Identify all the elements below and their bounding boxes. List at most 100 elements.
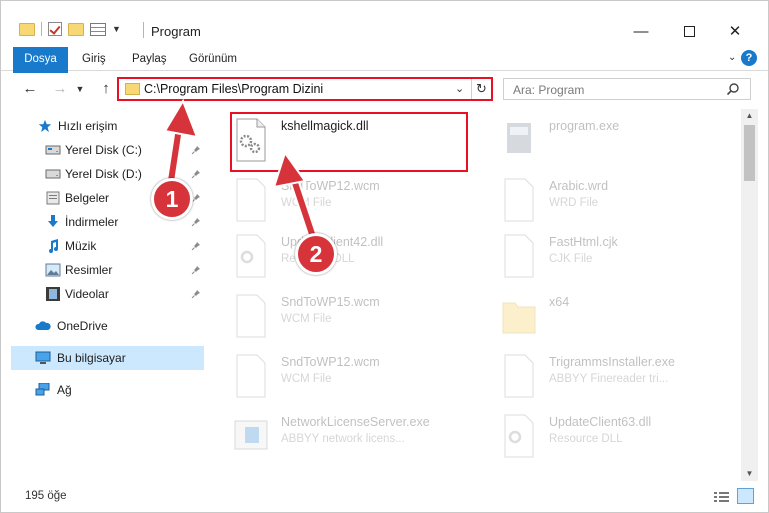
file-name: SndToWP12.wcm <box>281 179 380 193</box>
sidebar-item-label: Videolar <box>65 287 109 301</box>
refresh-icon[interactable]: ↻ <box>471 79 491 99</box>
maximize-icon <box>683 25 695 37</box>
blank-file-icon <box>236 294 266 338</box>
details-view-icon[interactable] <box>713 490 730 504</box>
file-item[interactable]: SndToWP15.wcm WCM File <box>211 289 461 345</box>
blank-file-icon <box>236 354 266 398</box>
sidebar-item-label: Yerel Disk (C:) <box>65 143 142 157</box>
large-icons-view-icon[interactable] <box>737 488 754 504</box>
app-file-icon <box>234 420 268 450</box>
drive-icon <box>45 145 61 155</box>
file-name: SndToWP15.wcm <box>281 295 380 309</box>
new-folder-icon[interactable] <box>68 22 84 36</box>
properties-check-icon[interactable] <box>48 22 62 36</box>
dll-file-icon <box>504 414 534 458</box>
view-options-icon[interactable] <box>90 22 106 36</box>
downloads-icon <box>48 215 58 227</box>
address-history-chevron-icon[interactable]: ⌄ <box>455 82 464 95</box>
title-bar: ▼ Program — ✕ <box>1 1 768 45</box>
scroll-up-arrow-icon[interactable]: ▲ <box>741 111 758 125</box>
file-type: CJK File <box>549 253 593 265</box>
search-placeholder: Ara: Program <box>513 83 585 97</box>
file-item[interactable]: TrigrammsInstaller.exe ABBYY Finereader … <box>479 349 729 405</box>
network-icon <box>35 383 50 396</box>
sidebar-item-pictures[interactable]: Resimler <box>1 258 206 282</box>
up-arrow-icon[interactable]: ↑ <box>95 79 117 99</box>
scrollbar-thumb[interactable] <box>744 125 755 181</box>
blank-file-icon <box>504 354 534 398</box>
sidebar-item-local-disk-c[interactable]: Yerel Disk (C:) <box>1 138 206 162</box>
window-title: Program <box>151 24 201 39</box>
file-item[interactable]: Arabic.wrd WRD File <box>479 173 729 229</box>
star-icon <box>38 119 52 133</box>
sidebar-item-label: Yerel Disk (D:) <box>65 167 142 181</box>
file-item[interactable]: SndToWP12.wcm WCM File <box>211 349 461 405</box>
blank-file-icon <box>504 234 534 278</box>
pin-icon[interactable] <box>191 217 201 227</box>
status-bar: 195 öğe <box>1 484 768 512</box>
pin-icon[interactable] <box>191 241 201 251</box>
back-arrow-icon[interactable]: ← <box>19 79 41 99</box>
file-name: SndToWP12.wcm <box>281 355 380 369</box>
cloud-icon <box>35 321 51 330</box>
sidebar-item-quick-access[interactable]: Hızlı erişim <box>1 114 206 138</box>
navigation-pane: Hızlı erişim Yerel Disk (C:) Yerel Disk … <box>1 109 209 479</box>
computer-icon <box>35 351 51 364</box>
customize-toolbar-chevron-icon[interactable]: ▼ <box>112 24 121 34</box>
minimize-button[interactable]: — <box>621 19 661 43</box>
tab-view[interactable]: Görünüm <box>181 47 245 71</box>
sidebar-item-onedrive[interactable]: OneDrive <box>1 314 206 338</box>
file-item[interactable]: x64 <box>479 289 729 345</box>
item-count: 195 öğe <box>25 490 67 502</box>
expand-ribbon-chevron-icon[interactable]: ⌄ <box>728 52 736 63</box>
sidebar-item-music[interactable]: Müzik <box>1 234 206 258</box>
help-icon[interactable]: ? <box>741 50 757 66</box>
vertical-scrollbar[interactable]: ▲ ▼ <box>741 109 758 481</box>
file-highlight-box <box>230 112 468 172</box>
file-type: WCM File <box>281 313 332 325</box>
file-item[interactable]: program.exe <box>479 113 729 169</box>
pin-icon[interactable] <box>191 265 201 275</box>
file-name: UpdateClient63.dll <box>549 415 652 429</box>
folder-icon <box>502 302 536 334</box>
file-item[interactable]: NetworkLicenseServer.exe ABBYY network l… <box>211 409 461 465</box>
file-item[interactable]: UpdateClient63.dll Resource DLL <box>479 409 729 465</box>
file-type: ABBYY Finereader tri... <box>549 373 669 385</box>
tab-home[interactable]: Giriş <box>74 47 114 71</box>
file-type: Resource DLL <box>549 433 623 445</box>
file-name: program.exe <box>549 119 620 133</box>
file-item[interactable]: FastHtml.cjk CJK File <box>479 229 729 285</box>
sidebar-item-label: Ağ <box>57 383 72 397</box>
address-path[interactable]: C:\Program Files\Program Dizini <box>144 82 323 96</box>
step-1-badge: 1 <box>151 178 193 220</box>
folder-icon[interactable] <box>19 22 35 36</box>
scroll-down-arrow-icon[interactable]: ▼ <box>741 469 758 481</box>
blank-file-icon <box>504 178 534 222</box>
recent-locations-chevron-icon[interactable]: ▼ <box>73 79 87 99</box>
step-2-badge: 2 <box>295 233 337 275</box>
sidebar-item-label: İndirmeler <box>65 215 119 229</box>
file-name: Arabic.wrd <box>549 179 609 193</box>
tab-share[interactable]: Paylaş <box>124 47 175 71</box>
drive-icon <box>45 169 61 179</box>
sidebar-item-label: Belgeler <box>65 191 110 205</box>
file-type: WCM File <box>281 197 332 209</box>
pin-icon[interactable] <box>191 289 201 299</box>
close-button[interactable]: ✕ <box>715 19 755 43</box>
search-icon[interactable] <box>726 82 740 96</box>
sidebar-item-label: Resimler <box>65 263 113 277</box>
forward-arrow-icon[interactable]: → <box>49 79 71 99</box>
address-bar[interactable]: C:\Program Files\Program Dizini ⌄ ↻ <box>117 77 493 101</box>
sidebar-item-this-pc[interactable]: Bu bilgisayar <box>11 346 204 370</box>
exe-file-icon <box>507 123 531 153</box>
search-input[interactable]: Ara: Program <box>503 78 751 100</box>
pin-icon[interactable] <box>191 145 201 155</box>
sidebar-item-label: Bu bilgisayar <box>57 351 126 365</box>
sidebar-item-videos[interactable]: Videolar <box>1 282 206 306</box>
pin-icon[interactable] <box>191 169 201 179</box>
maximize-button[interactable] <box>669 19 709 43</box>
file-item[interactable]: SndToWP12.wcm WCM File <box>211 173 461 229</box>
sidebar-item-network[interactable]: Ağ <box>1 378 206 402</box>
sidebar-item-label: OneDrive <box>57 319 108 333</box>
title-divider <box>143 22 144 38</box>
